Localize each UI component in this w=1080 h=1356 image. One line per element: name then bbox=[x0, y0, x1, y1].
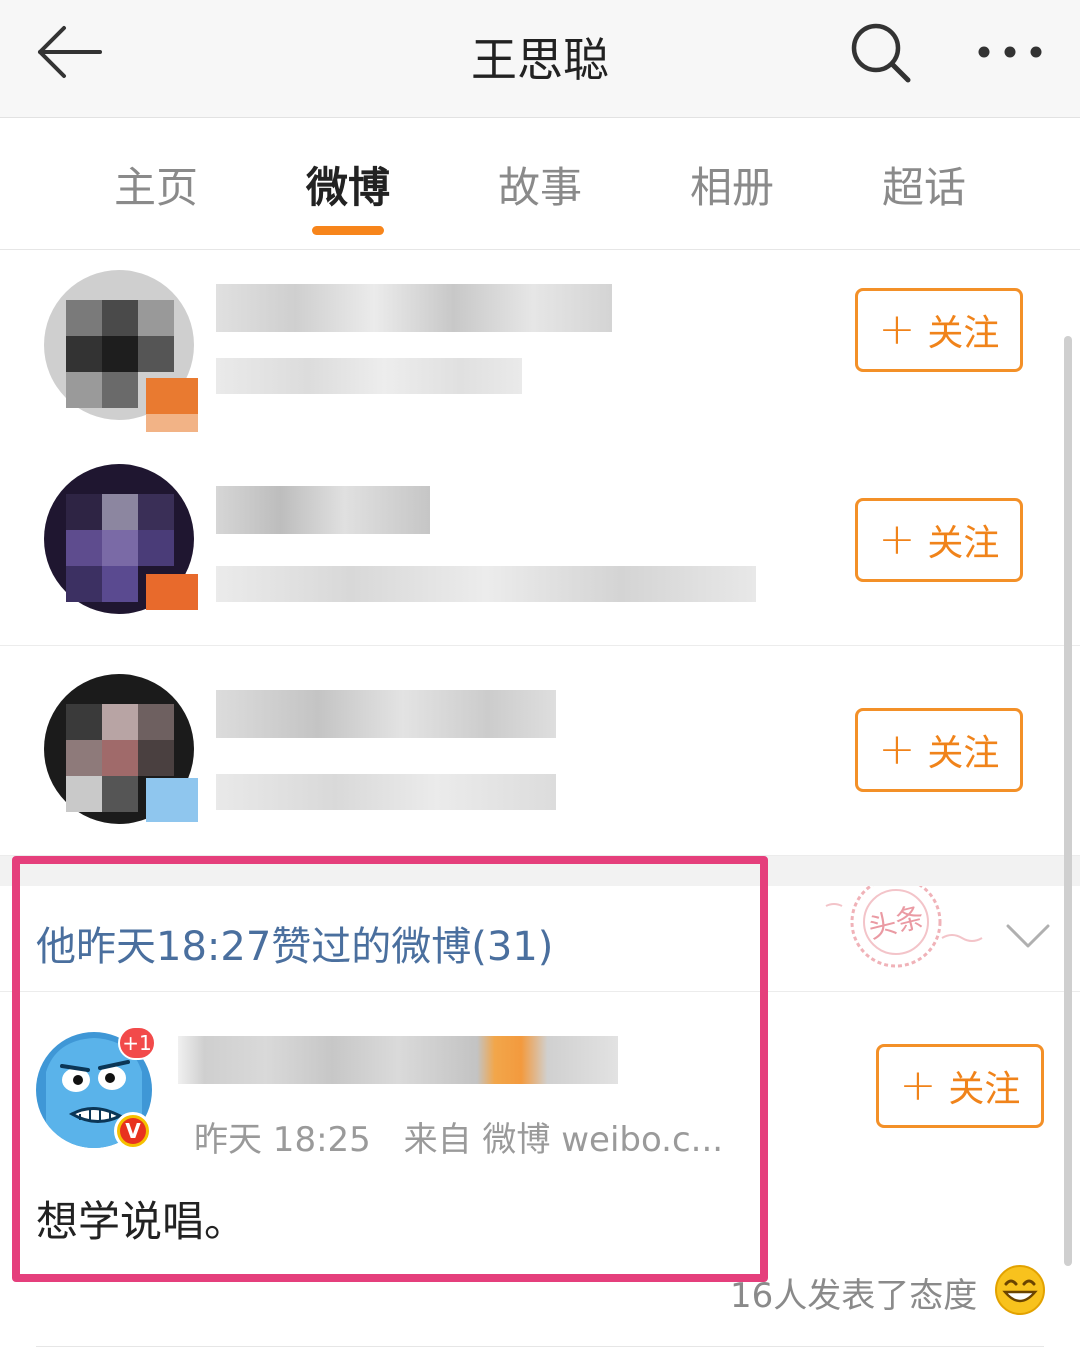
avatar bbox=[36, 270, 198, 432]
avatar[interactable]: +1 V bbox=[36, 1026, 156, 1150]
tab-weibo[interactable]: 微博 bbox=[278, 154, 418, 215]
headline-stamp-icon: 头条 bbox=[825, 886, 983, 968]
avatar bbox=[36, 464, 198, 626]
reaction-count[interactable]: 16人发表了态度 bbox=[730, 1268, 977, 1317]
list-item[interactable]: + 关注 bbox=[0, 436, 1080, 646]
liked-heading[interactable]: 他昨天18:27赞过的微博(31) bbox=[36, 914, 553, 972]
follow-button[interactable]: + 关注 bbox=[876, 1044, 1044, 1128]
follow-label: 关注 bbox=[927, 313, 1000, 354]
blurred-name bbox=[216, 690, 556, 738]
follow-button[interactable]: + 关注 bbox=[855, 288, 1023, 372]
more-dots-icon bbox=[978, 46, 1042, 58]
avatar bbox=[36, 674, 198, 836]
follow-label: 关注 bbox=[927, 523, 1000, 564]
follow-button[interactable]: + 关注 bbox=[855, 498, 1023, 582]
blurred-name bbox=[178, 1036, 618, 1084]
blurred-name bbox=[216, 486, 430, 534]
tab-home[interactable]: 主页 bbox=[86, 154, 226, 215]
search-button[interactable] bbox=[846, 18, 916, 88]
follow-label: 关注 bbox=[927, 733, 1000, 774]
blurred-description bbox=[216, 774, 556, 810]
liked-post-card[interactable]: +1 V 昨天 18:25 来自 微博 weibo.c... + 关注 想学说唱… bbox=[0, 992, 1080, 1356]
post-time: 昨天 18:25 bbox=[194, 1120, 371, 1160]
follow-label: 关注 bbox=[948, 1069, 1021, 1110]
active-tab-indicator bbox=[312, 226, 384, 235]
chevron-down-icon[interactable] bbox=[1004, 916, 1052, 956]
back-button[interactable] bbox=[30, 22, 110, 82]
tab-album[interactable]: 相册 bbox=[662, 154, 802, 215]
profile-tabs: 主页 微博 故事 相册 超话 bbox=[0, 118, 1080, 250]
search-icon bbox=[851, 23, 911, 83]
list-item[interactable]: + 关注 bbox=[0, 250, 1080, 460]
tab-stories[interactable]: 故事 bbox=[470, 154, 610, 215]
svg-text:头条: 头条 bbox=[865, 900, 927, 946]
tab-super-topic[interactable]: 超话 bbox=[854, 154, 994, 215]
post-text[interactable]: 想学说唱。 bbox=[36, 1188, 246, 1249]
plus-icon: + bbox=[878, 514, 916, 565]
top-bar: 王思聪 bbox=[0, 0, 1080, 118]
page-title: 王思聪 bbox=[471, 33, 609, 87]
plus-one-badge: +1 bbox=[118, 1026, 156, 1060]
verified-badge: V bbox=[114, 1112, 152, 1150]
plus-icon: + bbox=[878, 724, 916, 775]
post-meta: 昨天 18:25 来自 微博 weibo.c... bbox=[194, 1112, 745, 1161]
blurred-name bbox=[216, 284, 612, 332]
blurred-description bbox=[216, 566, 756, 602]
list-item[interactable]: + 关注 bbox=[0, 646, 1080, 856]
plus-icon: + bbox=[878, 304, 916, 355]
more-button[interactable] bbox=[970, 30, 1050, 74]
follow-button[interactable]: + 关注 bbox=[855, 708, 1023, 792]
laughing-emoji-icon[interactable] bbox=[994, 1264, 1046, 1316]
liked-section-header[interactable]: 他昨天18:27赞过的微博(31) 头条 bbox=[0, 886, 1080, 992]
plus-icon: + bbox=[899, 1060, 937, 1111]
blurred-description bbox=[216, 358, 522, 394]
divider bbox=[36, 1346, 1044, 1347]
post-source[interactable]: 来自 微博 weibo.c... bbox=[404, 1120, 724, 1160]
back-arrow-icon bbox=[38, 26, 102, 78]
scrollbar[interactable] bbox=[1064, 336, 1072, 1266]
section-divider bbox=[0, 856, 1080, 886]
